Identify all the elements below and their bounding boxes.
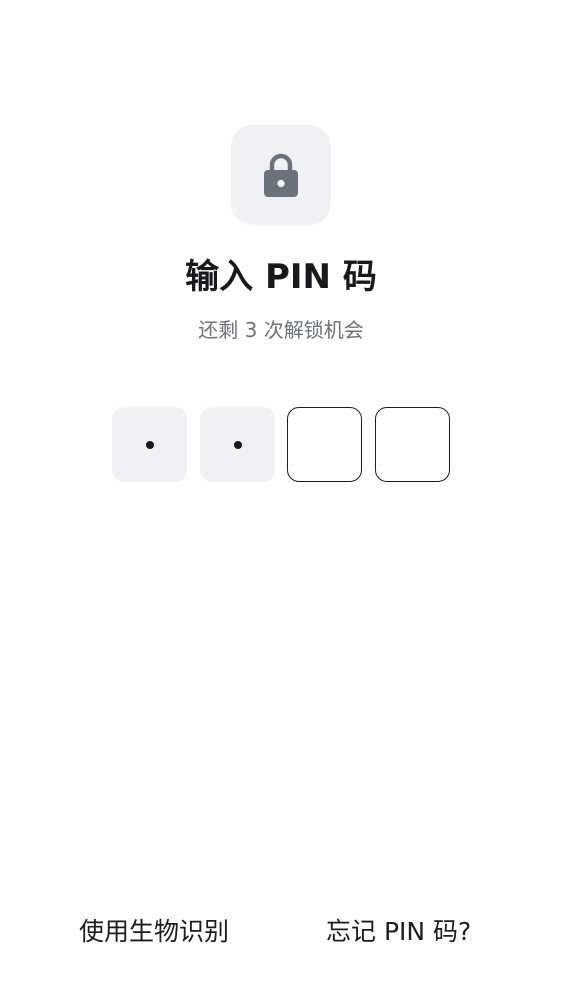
forgot-pin-button[interactable]: 忘记 PIN 码?: [326, 914, 471, 950]
page-title: 输入 PIN 码: [185, 257, 377, 297]
attempts-remaining-text: 还剩 3 次解锁机会: [198, 318, 364, 342]
lock-icon-tile: [231, 125, 331, 225]
pin-digit-4[interactable]: [375, 407, 450, 482]
pin-digit-1[interactable]: [112, 407, 187, 482]
lock-icon: [264, 153, 298, 197]
use-biometrics-button[interactable]: 使用生物识别: [79, 914, 229, 950]
pin-dot: [145, 440, 154, 449]
pin-dot: [233, 440, 242, 449]
pin-input[interactable]: [112, 407, 450, 482]
pin-digit-3[interactable]: [287, 407, 362, 482]
pin-digit-2[interactable]: [200, 407, 275, 482]
